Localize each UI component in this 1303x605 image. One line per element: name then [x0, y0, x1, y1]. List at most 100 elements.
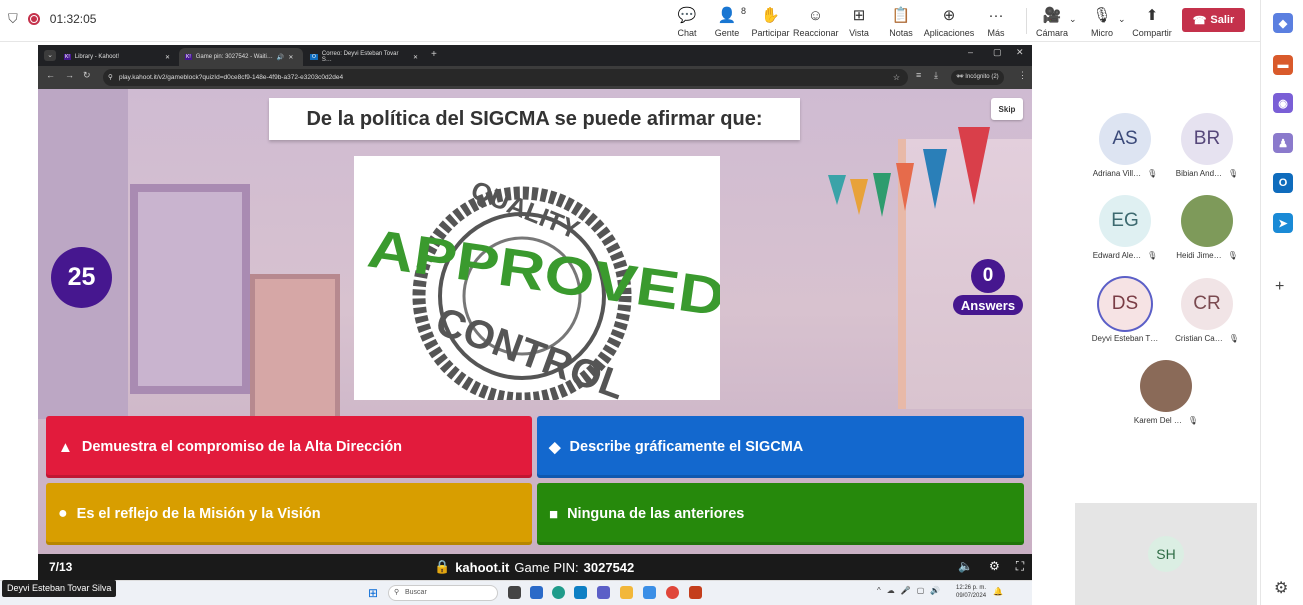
bunting-flag-decoration	[958, 127, 990, 205]
powerpoint-icon[interactable]	[689, 586, 702, 599]
forward-icon[interactable]: →	[65, 70, 74, 80]
tool-label: Aplicaciones	[923, 28, 975, 38]
copilot-app-icon[interactable]: ◉	[1273, 93, 1293, 113]
mic-options-chevron-icon[interactable]: ⌄	[1118, 14, 1126, 25]
file-explorer-icon[interactable]	[620, 586, 633, 599]
notification-bell-icon[interactable]: 🔔	[993, 587, 1003, 596]
participant-tile[interactable]: BR Bibian And… 🎙	[1172, 113, 1242, 178]
taskbar-time: 12:26 p. m.	[956, 585, 987, 591]
edge-icon[interactable]	[552, 586, 565, 599]
shield-icon: ⛉	[8, 11, 18, 26]
participant-avatar	[1181, 195, 1233, 247]
taskbar-app-icon[interactable]	[643, 586, 656, 599]
tab-close-icon[interactable]: ✕	[165, 54, 170, 61]
maximize-icon[interactable]: ▢	[993, 47, 1002, 58]
taskbar-clock[interactable]: 12:26 p. m. 09/07/2024	[956, 584, 986, 600]
tool-label: Vista	[849, 28, 869, 38]
participant-name: Karem Del …	[1133, 416, 1182, 425]
participant-tile[interactable]: Heidi Jime… 🎙	[1172, 195, 1242, 260]
send-app-icon[interactable]: ➤	[1273, 213, 1293, 233]
tab-close-icon[interactable]: ✕	[288, 54, 293, 61]
tab-search-icon[interactable]: ⌄	[44, 50, 56, 61]
browser-tab-mail[interactable]: O Correo: Deyvi Esteban Tovar S… ✕	[304, 48, 424, 66]
self-avatar: SH	[1148, 536, 1184, 572]
participant-name-row: Karem Del … 🎙	[1131, 416, 1201, 425]
bunting-flag-decoration	[923, 149, 947, 209]
task-view-icon[interactable]	[508, 586, 521, 599]
toolbox-app-icon[interactable]: ▬	[1273, 55, 1293, 75]
answer-option-circle[interactable]: ● Es el reflejo de la Misión y la Visión	[46, 483, 532, 545]
media-control-icon[interactable]: ≡	[916, 70, 921, 80]
teams-icon[interactable]	[597, 586, 610, 599]
question-image: QUALITY APPROVED CONTROL	[354, 156, 720, 400]
tool-ms-button[interactable]: ··· Más	[976, 4, 1016, 39]
incognito-badge[interactable]: 🕶 Incógnito (2)	[951, 70, 1004, 85]
share-button[interactable]: ⬆ Compartir	[1131, 4, 1173, 38]
reload-icon[interactable]: ↻	[83, 70, 91, 81]
mic-off-icon: 🎙	[1147, 169, 1158, 178]
skip-button[interactable]: Skip	[991, 98, 1023, 120]
self-video-tile[interactable]: SH	[1075, 503, 1257, 605]
minimize-icon[interactable]: –	[968, 47, 973, 57]
pin-label: Game PIN:	[514, 559, 579, 575]
tool-gente-button[interactable]: 👤 8 Gente	[706, 4, 748, 38]
fullscreen-icon[interactable]: ⛶	[1016, 559, 1024, 574]
people-app-icon[interactable]: ♟	[1273, 133, 1293, 153]
leave-button[interactable]: ☎ Salir	[1182, 8, 1245, 32]
outlook-app-icon[interactable]: O	[1273, 173, 1293, 193]
answer-option-square[interactable]: ■ Ninguna de las anteriores	[537, 483, 1024, 545]
chrome-icon[interactable]	[666, 586, 679, 599]
tab-audio-icon[interactable]: 🔊	[277, 54, 284, 61]
meeting-tools: 💬 Chat 👤 8 Gente ✋ Participar ☺ Reaccionar ⊞ Vista…	[668, 4, 1016, 38]
participant-tile[interactable]: Karem Del … 🎙	[1131, 360, 1201, 425]
search-placeholder: Buscar	[405, 589, 427, 596]
settings-gear-icon[interactable]: ⚙	[1274, 578, 1288, 598]
taskbar-app-icon[interactable]	[574, 586, 587, 599]
volume-icon[interactable]: 🔈	[958, 559, 973, 574]
raise-hand-icon: ✋	[761, 7, 780, 24]
participant-tile[interactable]: AS Adriana Vill… 🎙	[1090, 113, 1160, 178]
camera-options-chevron-icon[interactable]: ⌄	[1069, 14, 1077, 25]
url-field[interactable]: ⚲ play.kahoot.it/v2/gameblock?quizId=d0c…	[103, 69, 908, 86]
download-icon[interactable]: ⤓	[934, 70, 938, 81]
react-icon: ☺	[807, 6, 824, 24]
camera-button[interactable]: 🎥 Cámara	[1032, 4, 1072, 38]
browser-menu-icon[interactable]: ⋮	[1018, 70, 1027, 81]
new-tab-icon[interactable]: +	[431, 49, 437, 60]
bookmark-star-icon[interactable]: ☆	[893, 69, 900, 86]
browser-tab-game-pin[interactable]: K! Game pin: 3027542 - Waiti… 🔊 ✕	[179, 48, 303, 66]
answer-option-triangle[interactable]: ▲ Demuestra el compromiso de la Alta Dir…	[46, 416, 532, 478]
taskbar-search[interactable]: ⚲ Buscar	[388, 585, 498, 601]
tool-vista-button[interactable]: ⊞ Vista	[838, 4, 880, 38]
tool-participar-button[interactable]: ✋ Participar	[748, 4, 793, 38]
participant-name: Heidi Jime…	[1176, 251, 1222, 260]
presenter-name-label: Deyvi Esteban Tovar Silva	[2, 580, 117, 597]
add-app-icon[interactable]: +	[1275, 278, 1284, 296]
bunting-flag-decoration	[850, 179, 868, 215]
search-icon: ⚲	[394, 589, 400, 596]
tool-reaccionar-button[interactable]: ☺ Reaccionar	[793, 4, 839, 39]
taskbar-app-icon[interactable]	[530, 586, 543, 599]
participant-tile[interactable]: DS Deyvi Esteban T…	[1090, 278, 1160, 343]
back-icon[interactable]: ←	[46, 70, 55, 80]
mic-label: Micro	[1091, 28, 1113, 38]
close-window-icon[interactable]: ✕	[1016, 47, 1024, 58]
tag-app-icon[interactable]: ◆	[1273, 13, 1293, 33]
system-tray-icons[interactable]: ^☁🎤▢🔊	[877, 586, 946, 595]
tool-notas-button[interactable]: 📋 Notas	[880, 4, 922, 38]
participant-tile[interactable]: CR Cristian Ca… 🎙	[1172, 278, 1242, 343]
windows-start-icon[interactable]: ⊞	[368, 586, 378, 600]
triangle-icon: ▲	[58, 438, 73, 456]
game-settings-icon[interactable]: ⚙	[989, 559, 1000, 574]
mic-button[interactable]: 🎙 Micro	[1082, 4, 1122, 38]
answer-option-diamond[interactable]: ◆ Describe gráficamente el SIGCMA	[537, 416, 1024, 478]
recording-icon	[27, 13, 40, 25]
tool-aplicaciones-button[interactable]: ⊕ Aplicaciones	[922, 4, 976, 38]
browser-tab-library[interactable]: K! Library - Kahoot! ✕	[58, 48, 176, 66]
participant-tile[interactable]: EG Edward Ale… 🎙	[1090, 195, 1160, 260]
participant-avatar: EG	[1099, 195, 1151, 247]
tab-close-icon[interactable]: ✕	[413, 54, 418, 61]
tool-chat-button[interactable]: 💬 Chat	[668, 4, 706, 38]
game-pin-info: 🔒 kahoot.it Game PIN: 3027542	[434, 559, 634, 575]
kahoot-favicon-icon: K!	[185, 54, 192, 60]
